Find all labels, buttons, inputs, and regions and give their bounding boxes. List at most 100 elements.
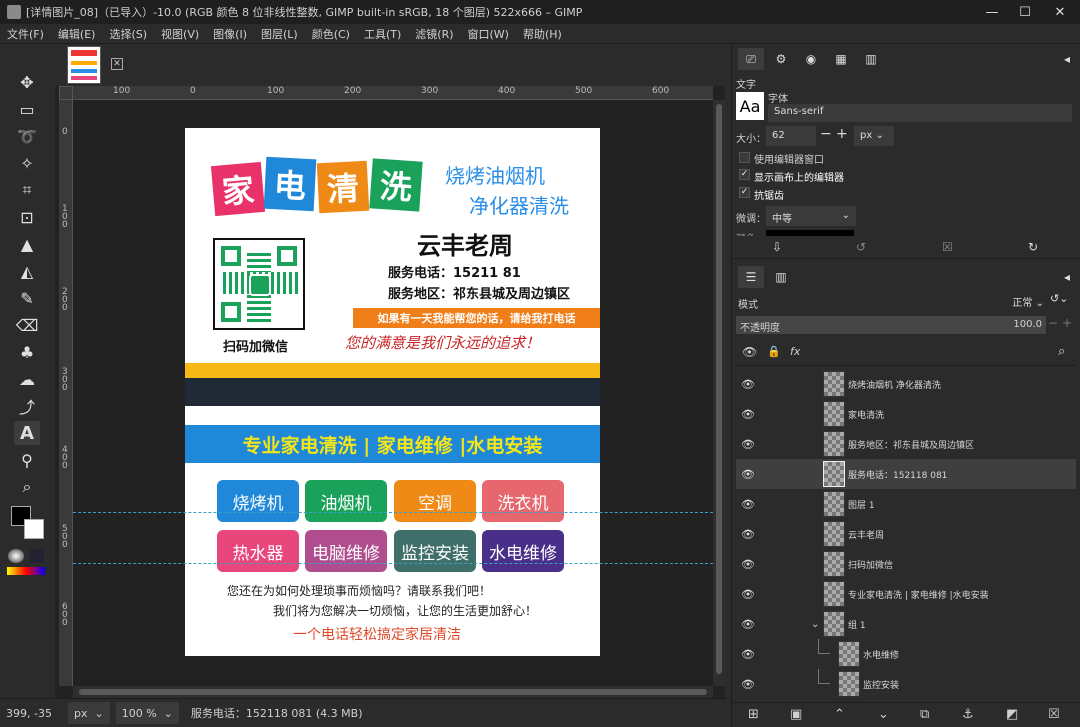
maximize-button[interactable]: ☐: [1008, 0, 1042, 24]
text-tool-icon[interactable]: A: [14, 421, 40, 445]
pattern-preview-icon[interactable]: [30, 549, 44, 563]
rect-select-icon[interactable]: ▭: [14, 97, 40, 121]
gradient-preview[interactable]: [7, 567, 45, 575]
eraser-icon[interactable]: ⌫: [14, 313, 40, 337]
tool-options-tab-icon[interactable]: ⎚: [738, 48, 764, 70]
menu-colors[interactable]: 颜色(C): [305, 26, 357, 42]
channels-tab-icon[interactable]: ▥: [768, 266, 794, 288]
layer-mask-icon[interactable]: ◩: [1006, 707, 1018, 722]
duplicate-layer-icon[interactable]: ⧉: [920, 707, 929, 722]
transform-icon[interactable]: ⊡: [14, 205, 40, 229]
text-color-swatch[interactable]: [766, 230, 854, 236]
clone-icon[interactable]: ♣: [14, 340, 40, 364]
image-thumbnail[interactable]: [67, 46, 101, 84]
warp-icon[interactable]: ▲: [14, 232, 40, 256]
layer-row[interactable]: 👁 烧烤油烟机 净化器清洗: [736, 369, 1076, 399]
move-tool-icon[interactable]: ✥: [14, 70, 40, 94]
layers-tab-icon[interactable]: ☰: [738, 266, 764, 288]
mode-switch-icon[interactable]: ↺⌄: [1050, 292, 1076, 310]
menu-view[interactable]: 视图(V): [154, 26, 206, 42]
delete-layer-icon[interactable]: ☒: [1048, 707, 1060, 722]
device-status-tab-icon[interactable]: ⚙: [768, 48, 794, 70]
eye-icon[interactable]: 👁: [741, 528, 755, 541]
opacity-slider[interactable]: 不透明度 100.0: [736, 316, 1046, 334]
layer-row[interactable]: 👁 监控安装: [736, 669, 1076, 699]
menu-file[interactable]: 文件(F): [0, 26, 51, 42]
eye-icon[interactable]: 👁: [741, 378, 755, 391]
background-color[interactable]: [24, 519, 44, 539]
lower-layer-icon[interactable]: ⌄: [878, 707, 889, 722]
eye-icon[interactable]: 👁: [741, 588, 755, 601]
guide-line[interactable]: [73, 563, 713, 564]
search-icon[interactable]: ⌕: [1058, 344, 1065, 359]
horizontal-scrollbar[interactable]: [73, 686, 713, 698]
fuzzy-select-icon[interactable]: ✧: [14, 151, 40, 175]
size-unit-select[interactable]: px ⌄: [854, 126, 894, 146]
font-preview-icon[interactable]: Aa: [736, 92, 764, 120]
menu-edit[interactable]: 编辑(E): [51, 26, 103, 42]
bucket-fill-icon[interactable]: ◭: [14, 259, 40, 283]
hscroll-thumb[interactable]: [79, 689, 707, 695]
anchor-layer-icon[interactable]: ⚓: [962, 707, 974, 722]
size-decrease-button[interactable]: −: [820, 126, 834, 146]
eye-icon[interactable]: 👁: [741, 498, 755, 511]
color-picker-icon[interactable]: ⚲: [14, 448, 40, 472]
raise-layer-icon[interactable]: ⌃: [834, 707, 845, 722]
delete-options-icon[interactable]: ☒: [942, 240, 953, 254]
eye-icon[interactable]: 👁: [741, 408, 755, 421]
menu-filters[interactable]: 滤镜(R): [408, 26, 460, 42]
opacity-decrease-button[interactable]: −: [1048, 316, 1060, 334]
layer-row[interactable]: 👁 服务地区：祁东县城及周边镇区: [736, 429, 1076, 459]
new-group-icon[interactable]: ▣: [790, 707, 802, 722]
layer-row-selected[interactable]: 👁 服务电话：152118 081: [736, 459, 1076, 489]
gradients-tab-icon[interactable]: ▥: [858, 48, 884, 70]
eye-icon[interactable]: 👁: [741, 438, 755, 451]
menu-image[interactable]: 图像(I): [206, 26, 254, 42]
lasso-icon[interactable]: ➰: [14, 124, 40, 148]
use-editor-checkbox[interactable]: [739, 152, 750, 163]
patterns-tab-icon[interactable]: ▦: [828, 48, 854, 70]
eye-icon[interactable]: 👁: [741, 618, 755, 631]
dock-separator[interactable]: [732, 258, 1080, 264]
layer-row[interactable]: 👁 水电维修: [736, 639, 1076, 669]
layer-row[interactable]: 👁 扫码加微信: [736, 549, 1076, 579]
reset-options-icon[interactable]: ↻: [1028, 240, 1038, 254]
eye-icon[interactable]: 👁: [741, 648, 755, 661]
opacity-increase-button[interactable]: +: [1062, 316, 1074, 334]
eye-icon[interactable]: 👁: [741, 678, 755, 691]
layer-row[interactable]: 👁 家电清洗: [736, 399, 1076, 429]
crop-icon[interactable]: ⌗: [14, 178, 40, 202]
restore-options-icon[interactable]: ↺: [856, 240, 866, 254]
brush-preview-icon[interactable]: [8, 549, 24, 563]
layer-row[interactable]: 👁 云丰老周: [736, 519, 1076, 549]
menu-help[interactable]: 帮助(H): [516, 26, 569, 42]
size-increase-button[interactable]: +: [836, 126, 850, 146]
panel-menu-icon[interactable]: ◂: [1058, 48, 1076, 70]
quick-mask-toggle[interactable]: [59, 86, 73, 100]
zoom-select[interactable]: 100 % ⌄: [115, 702, 179, 724]
menu-tools[interactable]: 工具(T): [357, 26, 408, 42]
paintbrush-icon[interactable]: ✎: [14, 286, 40, 310]
unit-select[interactable]: px ⌄: [68, 702, 110, 724]
chevron-down-icon[interactable]: ⌄: [811, 619, 819, 630]
font-input[interactable]: Sans-serif: [768, 104, 1072, 122]
vscroll-thumb[interactable]: [716, 104, 722, 674]
layers-panel-menu-icon[interactable]: ◂: [1058, 266, 1076, 288]
eye-icon[interactable]: 👁: [741, 468, 755, 481]
close-button[interactable]: ✕: [1043, 0, 1077, 24]
size-input[interactable]: 62: [766, 126, 816, 146]
zoom-icon[interactable]: ⌕: [14, 475, 40, 499]
canvas[interactable]: 家 电 清 洗 烧烤油烟机 净化器清洗 云丰老周 服务电话：15211 81 服…: [73, 100, 713, 686]
layer-row[interactable]: 👁 图层 1: [736, 489, 1076, 519]
layer-group-row[interactable]: 👁 ⌄ 组 1: [736, 609, 1076, 639]
eye-icon[interactable]: 👁: [741, 558, 755, 571]
smudge-icon[interactable]: ☁: [14, 367, 40, 391]
brushes-tab-icon[interactable]: ◉: [798, 48, 824, 70]
menu-select[interactable]: 选择(S): [102, 26, 154, 42]
minimize-button[interactable]: —: [975, 0, 1009, 24]
paths-icon[interactable]: ⤴: [14, 394, 40, 418]
save-options-icon[interactable]: ⇩: [772, 240, 782, 254]
close-image-icon[interactable]: ✕: [111, 58, 123, 70]
show-editor-checkbox[interactable]: ✓: [739, 169, 750, 180]
guide-line[interactable]: [73, 512, 713, 513]
